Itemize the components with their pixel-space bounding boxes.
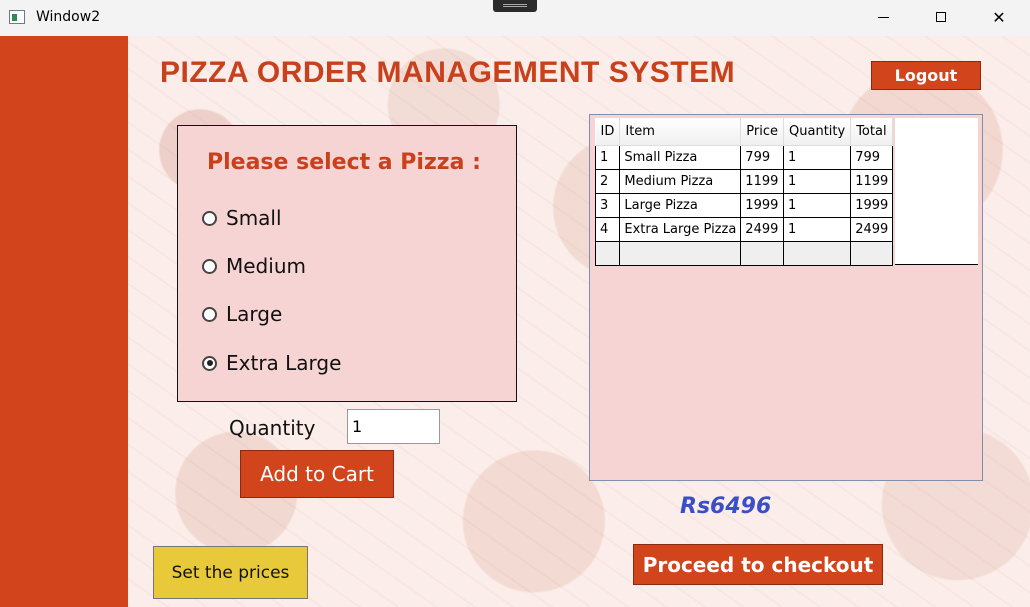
proceed-to-checkout-button[interactable]: Proceed to checkout [633, 544, 883, 585]
table-cell[interactable]: 1 [783, 217, 852, 242]
table-cell[interactable]: 4 [594, 217, 621, 242]
table-cell[interactable]: 799 [850, 145, 894, 170]
radio-circle-icon[interactable] [202, 306, 217, 322]
table-row[interactable]: 1 Small Pizza 799 1 799 [594, 145, 894, 170]
column-header[interactable]: Total [850, 118, 894, 146]
column-header[interactable]: Price [740, 118, 785, 146]
pizza-selection-title: Please select a Pizza : [207, 150, 481, 175]
table-cell[interactable]: 1 [783, 145, 852, 170]
cart-table: ID Item Price Quantity Total 1 Small Piz… [594, 118, 894, 266]
quantity-input[interactable] [347, 409, 440, 444]
table-cell[interactable]: 2499 [850, 217, 894, 242]
table-cell[interactable] [850, 241, 894, 266]
table-cell[interactable]: 1999 [740, 193, 785, 218]
total-amount: Rs6496 [680, 494, 772, 519]
close-icon: ✕ [992, 7, 1006, 27]
cart-data-grid[interactable]: ID Item Price Quantity Total 1 Small Piz… [589, 114, 983, 481]
column-header[interactable]: Quantity [783, 118, 852, 146]
table-new-row[interactable] [594, 241, 894, 266]
page-title: PIZZA ORDER MANAGEMENT SYSTEM [160, 56, 736, 89]
table-cell[interactable]: 1 [783, 193, 852, 218]
column-header[interactable]: Item [619, 118, 742, 146]
set-prices-button[interactable]: Set the prices [153, 546, 308, 599]
radio-small[interactable]: Small [202, 206, 282, 230]
table-cell[interactable] [740, 241, 785, 266]
minimize-button[interactable] [860, 0, 906, 34]
table-row[interactable]: 4 Extra Large Pizza 2499 1 2499 [594, 217, 894, 242]
radio-extra-large[interactable]: Extra Large [202, 351, 341, 375]
pizza-selection-panel: Please select a Pizza : Small Medium Lar… [177, 125, 517, 402]
add-to-cart-button[interactable]: Add to Cart [240, 450, 394, 498]
column-header[interactable]: ID [595, 118, 621, 146]
table-cell[interactable] [594, 241, 621, 266]
radio-label: Small [226, 206, 282, 230]
grid-empty-area [895, 118, 978, 265]
table-cell[interactable]: Large Pizza [619, 193, 742, 218]
minimize-icon [877, 16, 889, 18]
table-cell[interactable]: 1999 [850, 193, 894, 218]
logout-button[interactable]: Logout [871, 61, 981, 90]
radio-selected-icon[interactable] [202, 355, 217, 371]
table-cell[interactable]: 1199 [740, 169, 785, 194]
quantity-label: Quantity [229, 416, 316, 440]
table-cell[interactable]: Small Pizza [619, 145, 742, 170]
table-header-row: ID Item Price Quantity Total [595, 118, 894, 146]
radio-circle-icon[interactable] [202, 258, 217, 274]
table-cell[interactable]: Medium Pizza [619, 169, 742, 194]
maximize-icon [936, 12, 946, 22]
table-cell[interactable]: 1199 [850, 169, 894, 194]
table-cell[interactable]: Extra Large Pizza [619, 217, 742, 242]
radio-large[interactable]: Large [202, 302, 282, 326]
table-cell[interactable]: 799 [740, 145, 785, 170]
window-title: Window2 [36, 9, 101, 25]
table-cell[interactable]: 1 [594, 145, 621, 170]
table-cell[interactable]: 2 [594, 169, 621, 194]
table-cell[interactable]: 3 [594, 193, 621, 218]
title-bar: Window2 ✕ [0, 0, 1030, 36]
table-row[interactable]: 3 Large Pizza 1999 1 1999 [594, 193, 894, 218]
table-cell[interactable] [619, 241, 742, 266]
radio-label: Large [226, 302, 283, 326]
close-button[interactable]: ✕ [976, 0, 1022, 34]
app-icon [9, 10, 25, 24]
radio-label: Extra Large [226, 351, 342, 375]
table-cell[interactable]: 1 [783, 169, 852, 194]
maximize-button[interactable] [918, 0, 964, 34]
radio-label: Medium [226, 254, 306, 278]
table-cell[interactable]: 2499 [740, 217, 785, 242]
table-row[interactable]: 2 Medium Pizza 1199 1 1199 [594, 169, 894, 194]
radio-circle-icon[interactable] [202, 210, 217, 226]
snap-grip-handle[interactable] [493, 0, 537, 12]
table-cell[interactable] [783, 241, 852, 266]
sidebar [0, 36, 128, 607]
radio-medium[interactable]: Medium [202, 254, 306, 278]
